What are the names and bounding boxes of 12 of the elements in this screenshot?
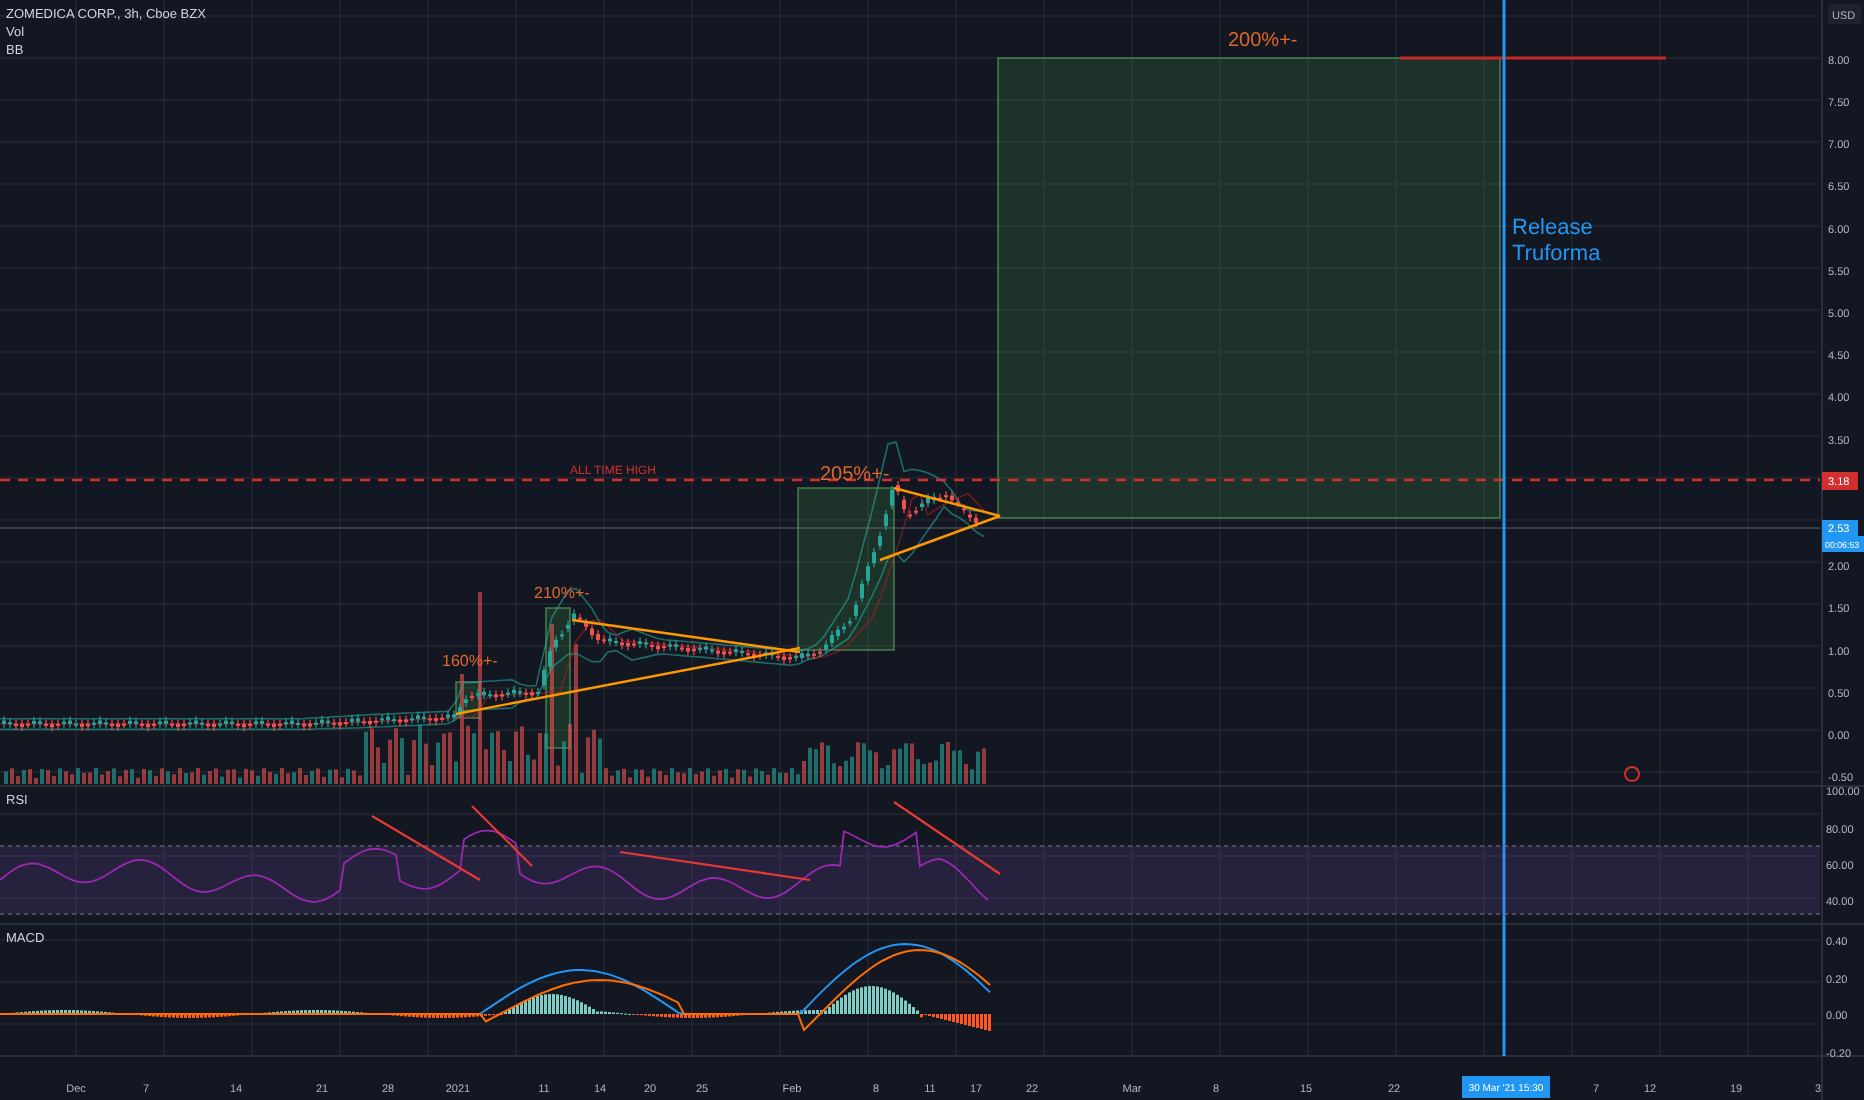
target-zone-box xyxy=(545,607,571,749)
upper-trend-line xyxy=(893,486,1001,518)
lower-trend-line xyxy=(879,514,1001,562)
release-note: Release Truforma xyxy=(1512,216,1601,267)
alert-price-tag xyxy=(1822,472,1858,490)
percent-label: 205%+- xyxy=(820,464,890,486)
last-price-tag xyxy=(1822,520,1858,536)
rsi-trend-line xyxy=(893,801,1001,875)
percent-label: 210%+- xyxy=(534,584,590,602)
percent-label: 200%+- xyxy=(1228,30,1298,52)
cursor-date-tag xyxy=(1462,1076,1550,1098)
event-marker-icon[interactable] xyxy=(1624,766,1640,782)
